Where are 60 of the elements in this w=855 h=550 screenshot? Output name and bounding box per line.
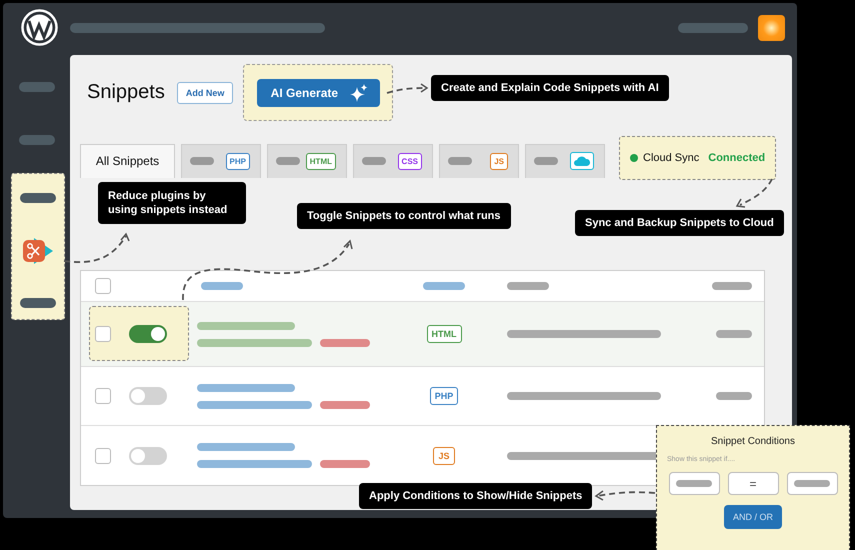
page-title: Snippets (87, 81, 165, 104)
and-or-button[interactable]: AND / OR (724, 505, 782, 529)
add-new-button[interactable]: Add New (176, 82, 234, 104)
column-header-placeholder (201, 282, 243, 290)
toggle-switch[interactable] (129, 325, 167, 343)
row-checkbox[interactable] (95, 388, 111, 404)
menu-item-placeholder[interactable] (20, 193, 56, 203)
column-header-placeholder (712, 282, 752, 290)
callout-label: Create and Explain Code Snippets with AI (431, 75, 669, 101)
row-checkbox[interactable] (95, 448, 111, 464)
sync-status: Connected (708, 152, 766, 164)
callout-label: Reduce plugins by using snippets instead (98, 182, 246, 224)
tab[interactable]: PHP (181, 144, 261, 178)
condition-field[interactable] (668, 472, 720, 495)
popup-title: Snippet Conditions (711, 436, 795, 447)
dashed-arrow (736, 178, 773, 208)
tag-placeholder (320, 338, 370, 346)
language-badge: HTML (426, 325, 462, 343)
language-badge: HTML (306, 152, 336, 170)
select-all-checkbox[interactable] (95, 278, 111, 294)
language-badge: PHP (430, 387, 458, 405)
column-header-placeholder (507, 282, 549, 290)
dashed-arrow (386, 83, 428, 94)
tab-label-placeholder (276, 157, 300, 165)
column-header-placeholder (423, 282, 465, 290)
row-checkbox[interactable] (95, 326, 111, 342)
dashed-arrow (64, 232, 130, 263)
value-field[interactable] (786, 472, 838, 495)
dashed-arrow (594, 490, 656, 501)
language-badge: CSS (398, 152, 422, 170)
tab[interactable]: JS (439, 144, 519, 178)
tab-label-placeholder (448, 157, 472, 165)
ai-generate-button[interactable]: AI Generate (256, 78, 380, 106)
date-placeholder (716, 392, 752, 400)
tag-placeholder (320, 400, 370, 408)
callout-label: Toggle Snippets to control what runs (297, 203, 511, 229)
tab[interactable]: All Snippets (80, 144, 175, 178)
language-badge: JS (433, 446, 454, 464)
callout-label: Apply Conditions to Show/Hide Snippets (359, 483, 592, 509)
callout-label: Sync and Backup Snippets to Cloud (575, 210, 784, 236)
tab-label-placeholder (190, 157, 214, 165)
language-badge: JS (490, 152, 508, 170)
user-bar-placeholder (678, 22, 748, 32)
tab-label-placeholder (362, 157, 386, 165)
menu-item-placeholder[interactable] (20, 298, 56, 308)
tab[interactable] (525, 144, 605, 178)
tab[interactable]: CSS (353, 144, 433, 178)
operator-field[interactable]: = (728, 472, 778, 495)
toggle-switch[interactable] (129, 387, 167, 405)
tab-label-placeholder (534, 157, 558, 165)
toggle-switch[interactable] (129, 446, 167, 464)
scissors-icon[interactable] (22, 236, 54, 264)
tab[interactable]: HTML (267, 144, 347, 178)
logo-icon[interactable] (21, 9, 58, 46)
sparkle-icon (350, 84, 368, 102)
date-placeholder (716, 330, 752, 338)
cloud-sync-label: Cloud Sync (643, 152, 700, 164)
tag-placeholder (320, 460, 370, 468)
language-badge: PHP (226, 152, 250, 170)
avatar-icon[interactable] (758, 14, 785, 40)
